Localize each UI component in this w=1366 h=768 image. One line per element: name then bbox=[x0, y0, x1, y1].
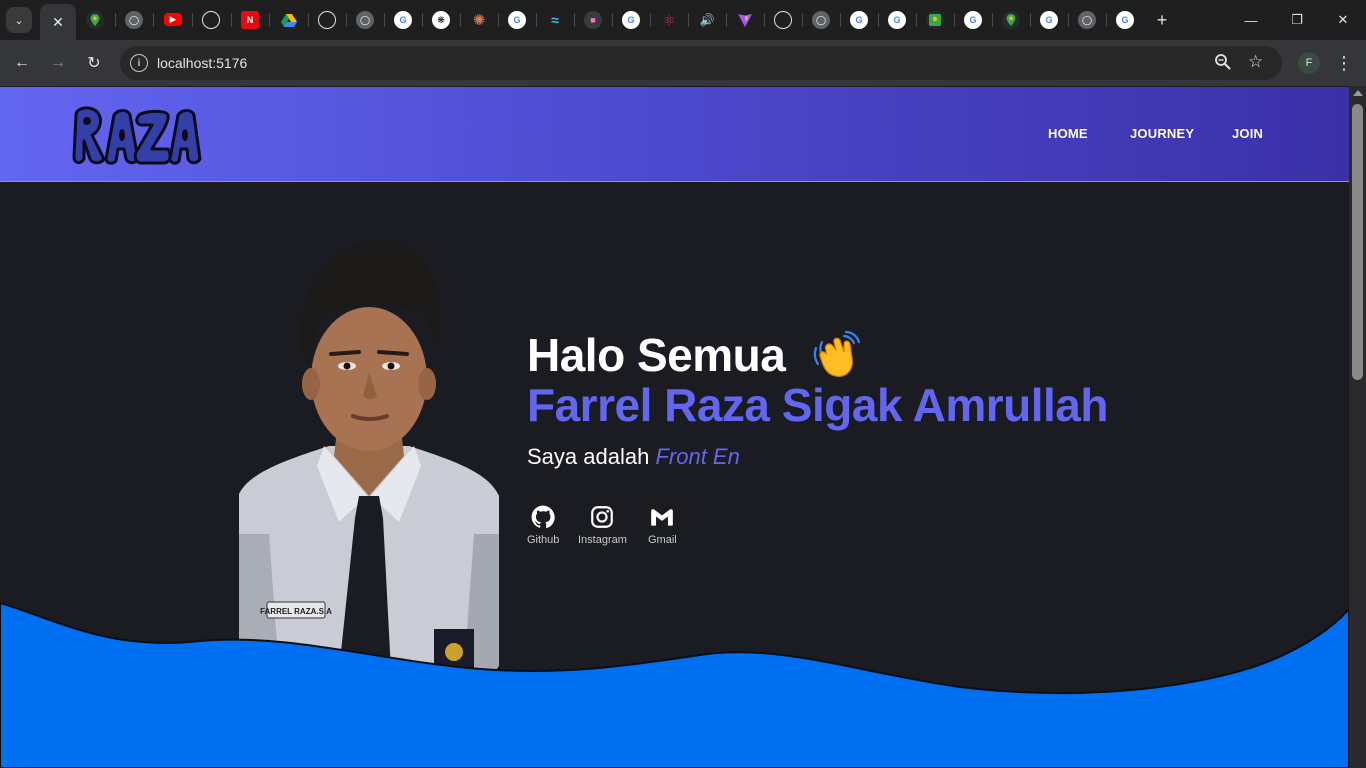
social-link-github[interactable]: Github bbox=[527, 504, 559, 546]
globe-icon[interactable]: ◯ bbox=[812, 11, 830, 29]
waving-hand-icon bbox=[810, 330, 861, 380]
forward-button[interactable]: → bbox=[46, 51, 70, 75]
google-maps-icon[interactable] bbox=[86, 11, 104, 29]
instagram-icon bbox=[591, 506, 614, 528]
netflix-icon[interactable]: N bbox=[241, 11, 259, 29]
social-link-instagram[interactable]: Instagram bbox=[578, 504, 627, 546]
new-tab-button[interactable]: + bbox=[1151, 9, 1173, 31]
zoom-icon[interactable] bbox=[1214, 53, 1234, 73]
tab-active[interactable]: ✕ bbox=[40, 4, 76, 40]
google-icon[interactable]: G bbox=[888, 11, 906, 29]
restore-icon: ❐ bbox=[1291, 12, 1303, 27]
scrollbar-thumb[interactable] bbox=[1352, 104, 1363, 380]
site-navbar: HOME JOURNEY JOIN bbox=[0, 87, 1349, 182]
vite-icon[interactable] bbox=[736, 11, 754, 29]
close-icon[interactable]: ✕ bbox=[52, 14, 64, 31]
browser-menu-button[interactable]: ⋮ bbox=[1334, 51, 1354, 75]
nav-link-home[interactable]: HOME bbox=[1048, 126, 1088, 141]
google-icon[interactable]: G bbox=[622, 11, 640, 29]
chevron-down-icon: ⌄ bbox=[14, 14, 24, 27]
profile-avatar[interactable]: F bbox=[1298, 52, 1320, 74]
minimize-icon: — bbox=[1244, 12, 1258, 28]
back-button[interactable]: ← bbox=[10, 51, 34, 75]
google-maps-icon[interactable] bbox=[926, 11, 944, 29]
openai-icon[interactable]: ❋ bbox=[432, 11, 450, 29]
site-info-icon[interactable]: i bbox=[130, 54, 148, 72]
react-icon[interactable]: ⚛ bbox=[660, 11, 678, 29]
gmail-icon bbox=[651, 509, 674, 526]
robot-icon[interactable]: ■ bbox=[584, 11, 602, 29]
tab-search-button[interactable]: ⌄ bbox=[6, 7, 32, 33]
hero-role-typed: Front En bbox=[655, 444, 740, 469]
reload-button[interactable]: ↻ bbox=[82, 51, 106, 75]
more-vert-icon: ⋮ bbox=[1335, 52, 1353, 73]
github-icon[interactable] bbox=[202, 11, 220, 29]
hero-sub-prefix: Saya adalah bbox=[527, 444, 650, 469]
social-label-gmail: Gmail bbox=[648, 534, 677, 546]
reload-icon: ↻ bbox=[87, 55, 101, 72]
url-text[interactable]: localhost:5176 bbox=[157, 55, 247, 71]
nav-link-join[interactable]: JOIN bbox=[1232, 126, 1263, 141]
bookmark-star-icon[interactable]: ☆ bbox=[1248, 52, 1268, 72]
scroll-up-arrow-icon[interactable] bbox=[1353, 90, 1363, 96]
youtube-icon[interactable]: ▶ bbox=[164, 13, 182, 26]
arrow-left-icon: ← bbox=[14, 54, 30, 71]
google-icon[interactable]: G bbox=[394, 11, 412, 29]
google-maps-icon[interactable] bbox=[1002, 11, 1020, 29]
plus-icon: + bbox=[1156, 9, 1168, 30]
site-logo[interactable] bbox=[70, 101, 202, 171]
hero-subtitle: Saya adalah Front En bbox=[527, 444, 740, 470]
globe-icon[interactable]: ◯ bbox=[1078, 11, 1096, 29]
globe-icon[interactable]: ◯ bbox=[125, 11, 143, 29]
claude-icon[interactable]: ✺ bbox=[470, 11, 488, 29]
google-icon[interactable]: G bbox=[1040, 11, 1058, 29]
github-icon bbox=[531, 505, 555, 529]
hero-greeting: Halo Semua bbox=[527, 329, 786, 381]
profile-initial: F bbox=[1305, 57, 1313, 69]
speaker-icon[interactable]: 🔊 bbox=[698, 11, 716, 29]
social-label-instagram: Instagram bbox=[578, 534, 627, 546]
restore-button[interactable]: ❐ bbox=[1274, 0, 1320, 40]
page-scrollbar[interactable] bbox=[1349, 86, 1366, 768]
google-icon[interactable]: G bbox=[508, 11, 526, 29]
blue-wave-decoration bbox=[0, 601, 1349, 768]
google-icon[interactable]: G bbox=[850, 11, 868, 29]
social-link-gmail[interactable]: Gmail bbox=[648, 504, 677, 546]
close-window-button[interactable]: ✕ bbox=[1320, 0, 1366, 40]
google-drive-icon[interactable] bbox=[280, 11, 298, 29]
minimize-button[interactable]: — bbox=[1228, 0, 1274, 40]
tab-strip: ⌄ ✕ ◯ ▶ N ◯ G ❋ ✺ G ≈ ■ G ⚛ 🔊 ◯ G G G G … bbox=[0, 0, 1366, 40]
globe-icon[interactable]: ◯ bbox=[356, 11, 374, 29]
close-icon: ✕ bbox=[1337, 12, 1349, 27]
hero-name: Farrel Raza Sigak Amrullah bbox=[527, 379, 1108, 431]
tailwind-icon[interactable]: ≈ bbox=[546, 11, 564, 29]
nav-link-journey[interactable]: JOURNEY bbox=[1130, 126, 1194, 141]
google-icon[interactable]: G bbox=[1116, 11, 1134, 29]
github-icon[interactable] bbox=[774, 11, 792, 29]
arrow-right-icon: → bbox=[50, 54, 66, 71]
address-bar[interactable]: i localhost:5176 ☆ bbox=[120, 46, 1282, 80]
browser-toolbar: ← → ↻ i localhost:5176 ☆ F ⋮ bbox=[0, 40, 1366, 86]
page-viewport: HOME JOURNEY JOIN FARREL RAZA.S.A Halo S… bbox=[0, 86, 1349, 768]
github-icon[interactable] bbox=[318, 11, 336, 29]
social-label-github: Github bbox=[527, 534, 560, 546]
google-icon[interactable]: G bbox=[964, 11, 982, 29]
